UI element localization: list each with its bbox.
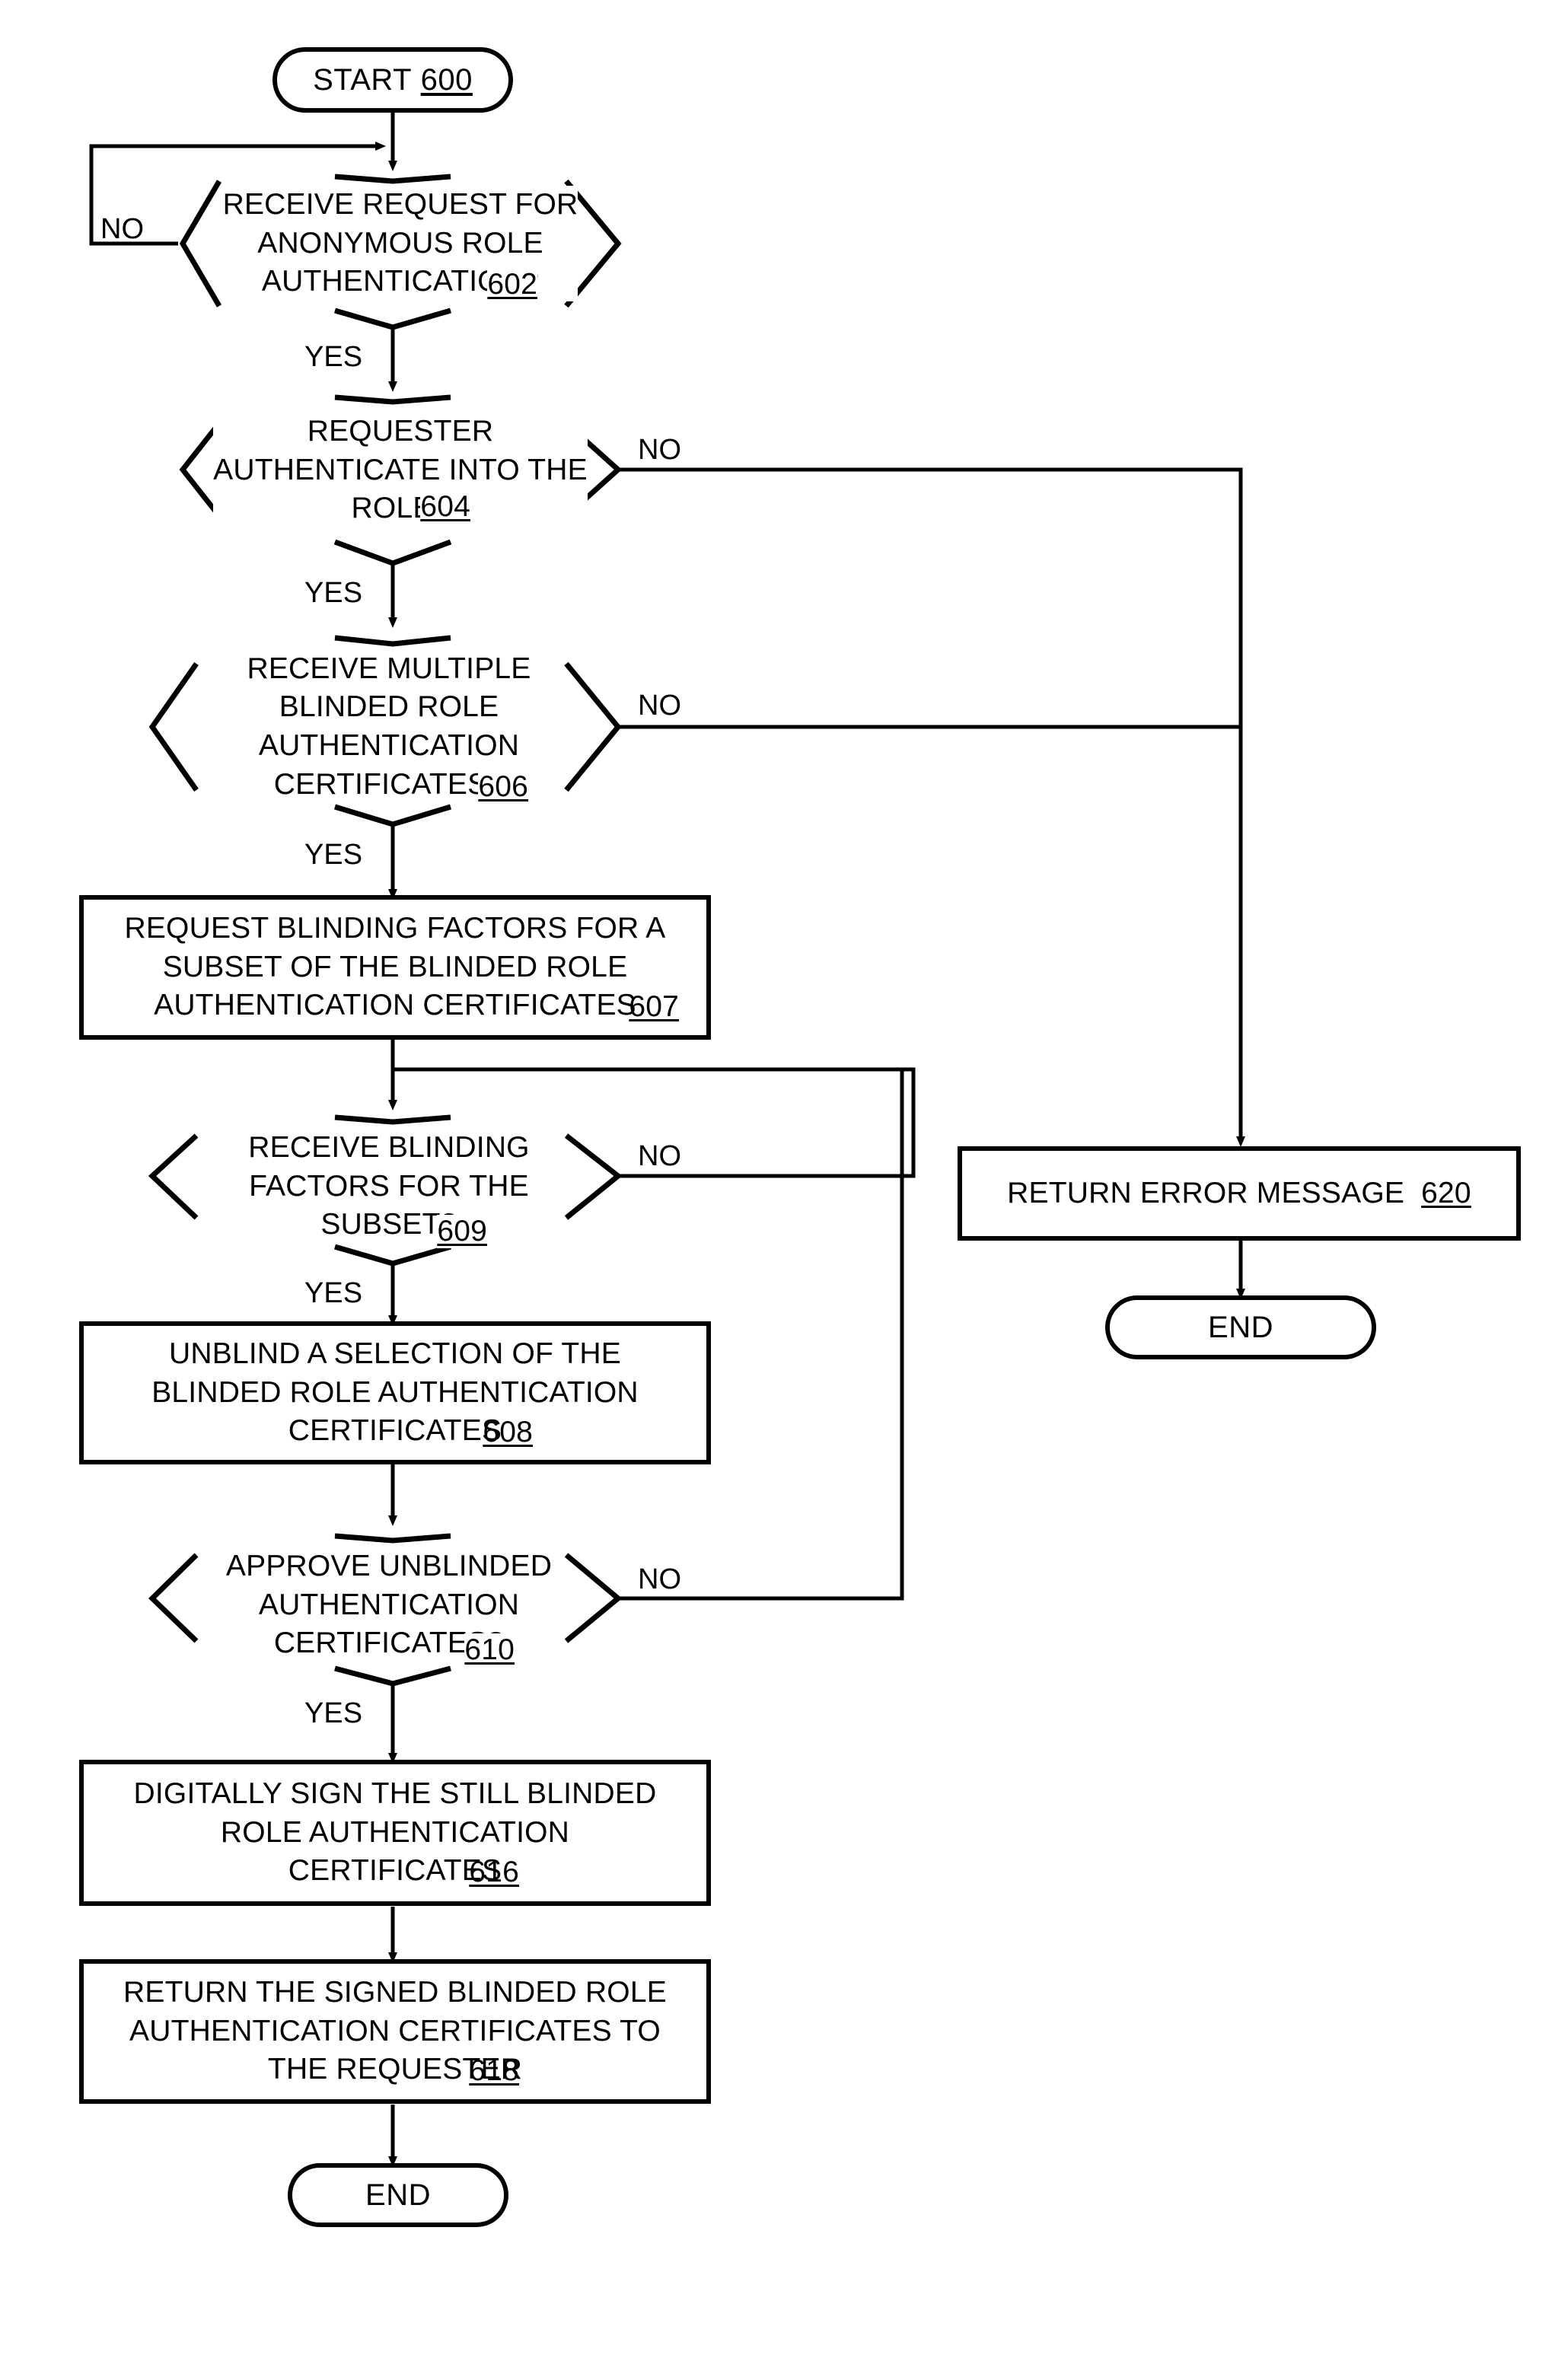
node-process-620: RETURN ERROR MESSAGE 620	[958, 1146, 1521, 1241]
node-end-error: END	[1105, 1295, 1376, 1359]
node-process-620-ref: 620	[1421, 1177, 1471, 1209]
node-process-607-ref: 607	[629, 990, 679, 1024]
node-decision-609-ref: 609	[437, 1215, 487, 1248]
node-process-616-label: DIGITALLY SIGN THE STILL BLINDED ROLE AU…	[133, 1776, 657, 1888]
edge-label-yes-604: YES	[304, 577, 363, 609]
node-decision-604-label: REQUESTER AUTHENTICATE INTO THE ROLE?	[213, 412, 588, 529]
node-process-608: UNBLIND A SELECTION OF THE BLINDED ROLE …	[79, 1321, 711, 1464]
node-process-607: REQUEST BLINDING FACTORS FOR A SUBSET OF…	[79, 895, 711, 1040]
edge-label-yes-609: YES	[304, 1277, 363, 1309]
edge-label-no-609: NO	[638, 1140, 681, 1172]
node-decision-606-ref: 606	[478, 770, 528, 804]
edge-label-yes-610: YES	[304, 1697, 363, 1729]
node-decision-604: REQUESTER AUTHENTICATE INTO THE ROLE? 60…	[172, 409, 629, 531]
node-process-620-label: RETURN ERROR MESSAGE	[1007, 1176, 1405, 1209]
node-end-success: END	[288, 2163, 508, 2227]
node-decision-604-ref: 604	[420, 490, 470, 524]
edge-label-no-610: NO	[638, 1563, 681, 1595]
flowchart-figure: START 600 RECEIVE REQUEST FOR ANONYMOUS …	[0, 0, 1568, 2358]
node-process-608-label: UNBLIND A SELECTION OF THE BLINDED ROLE …	[151, 1337, 639, 1448]
node-decision-602: RECEIVE REQUEST FOR ANONYMOUS ROLE AUTHE…	[172, 175, 629, 312]
node-process-618-label: RETURN THE SIGNED BLINDED ROLE AUTHENTIC…	[123, 1975, 667, 2086]
node-process-607-label: REQUEST BLINDING FACTORS FOR A SUBSET OF…	[124, 911, 666, 1022]
edge-label-no-604: NO	[638, 434, 681, 466]
edge-label-no-606: NO	[638, 690, 681, 722]
node-end-success-label: END	[365, 2178, 431, 2212]
node-decision-610-ref: 610	[464, 1633, 515, 1667]
node-start-label: START	[313, 63, 413, 97]
edge-label-no-602: NO	[100, 213, 144, 245]
edge-label-yes-602: YES	[304, 341, 363, 373]
node-decision-609: RECEIVE BLINDING FACTORS FOR THE SUBSET?…	[149, 1119, 629, 1254]
node-process-616: DIGITALLY SIGN THE STILL BLINDED ROLE AU…	[79, 1760, 711, 1906]
node-start-ref: 600	[420, 62, 473, 97]
node-start: START 600	[272, 47, 513, 113]
node-process-618: RETURN THE SIGNED BLINDED ROLE AUTHENTIC…	[79, 1959, 711, 2104]
node-process-618-ref: 618	[469, 2054, 519, 2088]
node-decision-610: APPROVE UNBLINDED AUTHENTICATION CERTIFI…	[149, 1537, 629, 1673]
node-decision-602-ref: 602	[487, 268, 537, 301]
node-end-error-label: END	[1208, 1311, 1273, 1344]
node-process-608-ref: 608	[483, 1416, 533, 1449]
node-decision-609-label: RECEIVE BLINDING FACTORS FOR THE SUBSET?	[248, 1128, 530, 1245]
node-decision-606: RECEIVE MULTIPLE BLINDED ROLE AUTHENTICA…	[149, 641, 629, 813]
node-process-616-ref: 616	[469, 1856, 519, 1889]
edge-label-yes-606: YES	[304, 839, 363, 871]
